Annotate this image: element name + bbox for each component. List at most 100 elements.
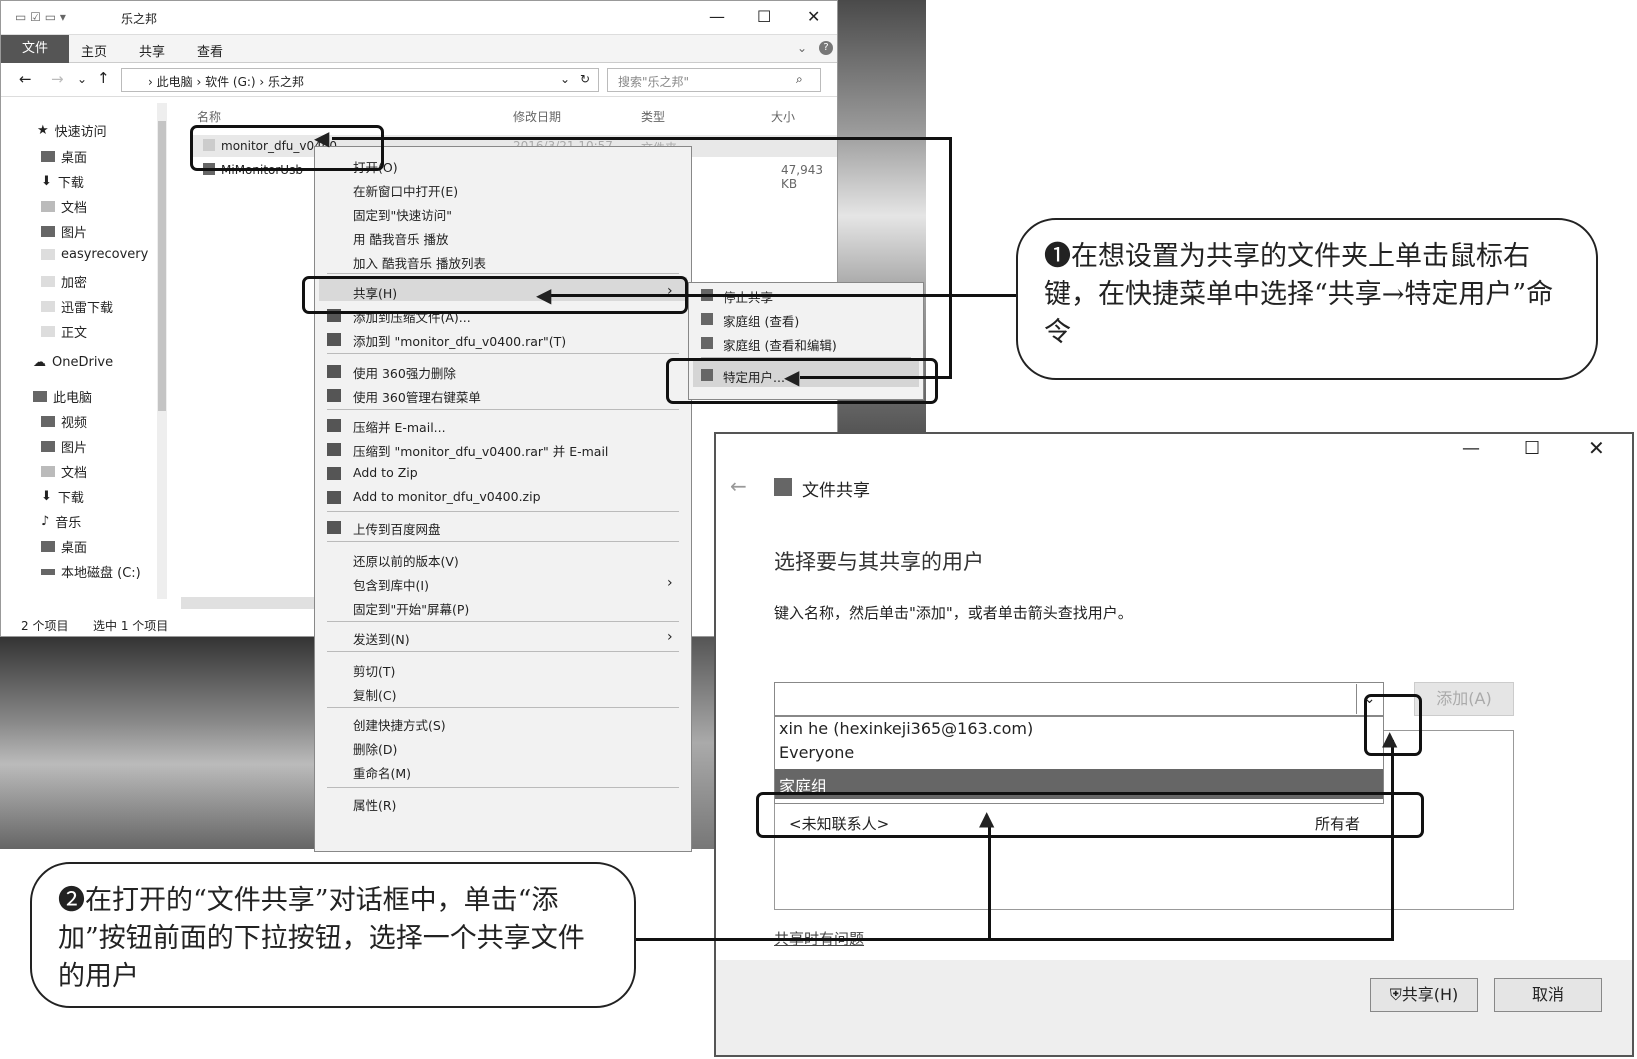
nav-downloads-pc[interactable]: ⬇ 下载 (41, 487, 84, 506)
nav-pictures-pc[interactable]: 图片 (41, 437, 87, 456)
address-bar[interactable]: › 此电脑 › 软件 (G:) › 乐之邦 ⌄ ↻ (121, 68, 599, 92)
help-icon[interactable]: ? (819, 41, 833, 55)
share-button[interactable]: ⛨共享(H) (1370, 978, 1478, 1012)
nav-desktop[interactable]: 桌面 (41, 147, 87, 166)
minimize-button[interactable]: — (709, 7, 725, 26)
nav-quick-access[interactable]: ★ 快速访问 (37, 121, 107, 140)
quick-access-toolbar[interactable]: ▭ ☑ ▭ ▾ (15, 10, 66, 24)
column-header-name[interactable]: 名称 (197, 108, 221, 125)
nav-videos[interactable]: 视频 (41, 412, 87, 431)
scrollbar-thumb[interactable] (158, 121, 166, 411)
menu-item[interactable]: 删除(D) (353, 739, 397, 758)
nav-music[interactable]: ♪ 音乐 (41, 512, 81, 531)
horizontal-scrollbar[interactable] (181, 597, 315, 609)
arrowhead-up-icon: ▲ (979, 806, 995, 830)
tab-view[interactable]: 查看 (197, 41, 223, 60)
menu-item[interactable]: 固定到"快速访问" (353, 205, 452, 224)
menu-item[interactable]: 压缩到 "monitor_dfu_v0400.rar" 并 E-mail (353, 441, 608, 460)
column-header-type[interactable]: 类型 (641, 108, 665, 125)
highlight-folder (190, 125, 384, 171)
column-header-size[interactable]: 大小 (771, 108, 795, 125)
folder-icon (41, 301, 55, 312)
menu-separator (327, 353, 679, 354)
refresh-icon[interactable]: ↻ (580, 72, 590, 86)
menu-item[interactable]: 使用 360强力删除 (353, 363, 456, 382)
dropdown-option[interactable]: xin he (hexinkeji365@163.com) (779, 719, 1033, 738)
nav-local-disk[interactable]: 本地磁盘 (C:) (41, 562, 141, 581)
arrowhead-left-icon: ◀ (314, 126, 330, 150)
folder-icon (41, 276, 55, 287)
up-arrow-icon[interactable]: ↑ (97, 69, 110, 87)
tab-home[interactable]: 主页 (81, 41, 107, 60)
menu-item[interactable]: 创建快捷方式(S) (353, 715, 446, 734)
breadcrumb: › 此电脑 › 软件 (G:) › 乐之邦 (148, 75, 305, 89)
column-header-date[interactable]: 修改日期 (513, 108, 561, 125)
menu-item[interactable]: 包含到库中(I) (353, 575, 429, 594)
menu-item[interactable]: 复制(C) (353, 685, 396, 704)
menu-item[interactable]: 剪切(T) (353, 661, 395, 680)
tab-file[interactable]: 文件 (1, 35, 69, 63)
dialog-title: 文件共享 (802, 481, 870, 501)
dropdown-option[interactable]: Everyone (779, 743, 854, 762)
nav-xunlei[interactable]: 迅雷下载 (41, 297, 113, 316)
nav-this-pc[interactable]: 此电脑 (33, 387, 92, 406)
maximize-button[interactable]: ☐ (757, 7, 771, 26)
breadcrumb-drive[interactable]: 软件 (G:) (205, 75, 256, 89)
nav-documents[interactable]: 文档 (41, 197, 87, 216)
menu-item[interactable]: Add to Zip (353, 465, 418, 480)
recent-dropdown-icon[interactable]: ⌄ (77, 72, 87, 86)
menu-item[interactable]: 加入 酷我音乐 播放列表 (353, 253, 486, 272)
breadcrumb-folder[interactable]: 乐之邦 (268, 75, 304, 89)
submenu-item[interactable]: 家庭组 (查看和编辑) (723, 335, 837, 354)
star-icon: ★ (37, 123, 49, 138)
nav-scrollbar[interactable] (157, 103, 167, 599)
address-dropdown-icon[interactable]: ⌄ (560, 72, 570, 86)
menu-item[interactable]: 发送到(N) (353, 629, 410, 648)
search-input[interactable]: 搜索"乐之邦" ⌕ (607, 68, 821, 92)
nav-encrypt[interactable]: 加密 (41, 272, 87, 291)
file-sharing-dialog: — ☐ ✕ ← 文件共享 选择要与其共享的用户 键入名称，然后单击"添加"，或者… (714, 432, 1634, 1057)
close-button[interactable]: ✕ (807, 7, 820, 26)
back-arrow-icon[interactable]: ← (19, 70, 32, 88)
menu-item[interactable]: 还原以前的版本(V) (353, 551, 459, 570)
nav-onedrive[interactable]: ☁ OneDrive (33, 355, 113, 370)
menu-item[interactable]: 使用 360管理右键菜单 (353, 387, 481, 406)
menu-item[interactable]: 添加到 "monitor_dfu_v0400.rar"(T) (353, 331, 566, 350)
menu-item[interactable]: 上传到百度网盘 (353, 519, 441, 538)
menu-item[interactable]: 压缩并 E-mail... (353, 417, 446, 436)
add-button[interactable]: 添加(A) (1414, 682, 1514, 716)
maximize-button[interactable]: ☐ (1524, 438, 1540, 459)
menu-item[interactable]: 重命名(M) (353, 763, 411, 782)
nav-desktop-pc[interactable]: 桌面 (41, 537, 87, 556)
menu-item[interactable]: 用 酷我音乐 播放 (353, 229, 448, 248)
highlight-homegroup-option (756, 792, 1424, 838)
nav-downloads[interactable]: ⬇ 下载 (41, 172, 84, 191)
nav-easyrecovery[interactable]: easyrecovery (41, 247, 148, 262)
nav-pictures[interactable]: 图片 (41, 222, 87, 241)
video-icon (41, 416, 55, 427)
menu-item[interactable]: 在新窗口中打开(E) (353, 181, 458, 200)
chevron-down-icon[interactable]: ⌄ (797, 41, 807, 55)
nav-documents-pc[interactable]: 文档 (41, 462, 87, 481)
close-button[interactable]: ✕ (1588, 436, 1605, 460)
menu-item-icon (327, 419, 341, 432)
submenu-item[interactable]: 家庭组 (查看) (723, 311, 799, 330)
minimize-button[interactable]: — (1462, 438, 1480, 459)
forward-arrow-icon[interactable]: → (51, 70, 64, 88)
menu-separator (327, 621, 679, 622)
menu-item-icon (327, 467, 341, 480)
cancel-button[interactable]: 取消 (1494, 978, 1602, 1012)
arrowhead-left-icon: ◀ (536, 283, 552, 307)
arrow-line (1391, 740, 1394, 940)
drive-icon (41, 568, 55, 575)
nav-zhengwen[interactable]: 正文 (41, 322, 87, 341)
cloud-icon: ☁ (33, 355, 46, 370)
menu-item[interactable]: 属性(R) (353, 795, 396, 814)
tab-share[interactable]: 共享 (139, 41, 165, 60)
arrowhead-up-icon: ▲ (1382, 726, 1398, 750)
breadcrumb-this-pc[interactable]: 此电脑 (157, 75, 193, 89)
menu-item[interactable]: Add to monitor_dfu_v0400.zip (353, 489, 541, 504)
back-arrow-icon[interactable]: ← (730, 474, 747, 498)
user-name-input[interactable] (774, 682, 1384, 716)
menu-item[interactable]: 固定到"开始"屏幕(P) (353, 599, 469, 618)
